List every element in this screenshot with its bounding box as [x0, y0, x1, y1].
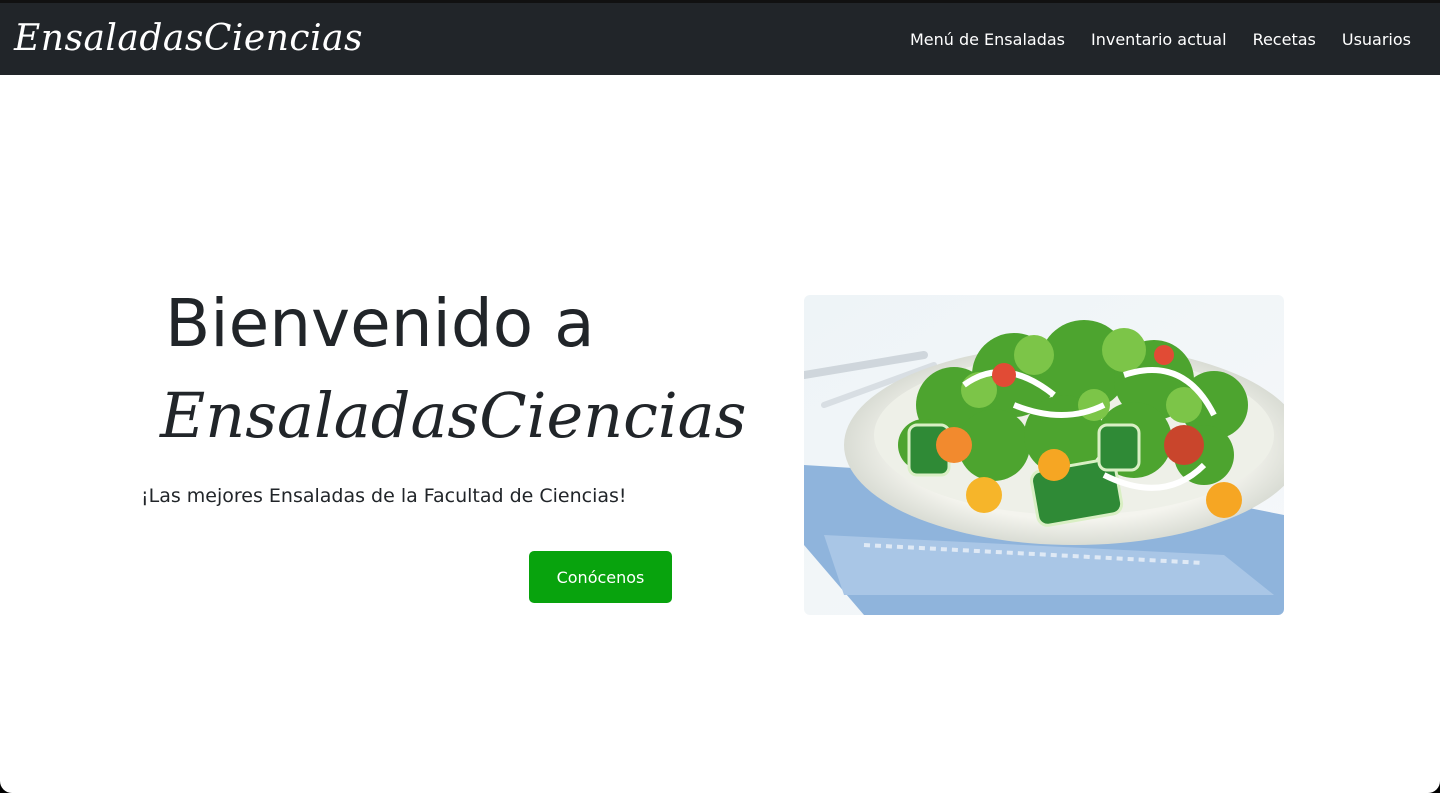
browser-viewport: EnsaladasCiencias Menú de Ensaladas Inve…: [0, 0, 1440, 793]
navbar-menu: Menú de Ensaladas Inventario actual Rece…: [910, 3, 1411, 75]
hero-subtitle: ¡Las mejores Ensaladas de la Facultad de…: [141, 485, 627, 507]
conocenos-button[interactable]: Conócenos: [529, 551, 672, 603]
navbar-brand-link[interactable]: EnsaladasCiencias: [14, 15, 363, 63]
salad-image: [804, 295, 1284, 615]
nav-link-recetas[interactable]: Recetas: [1253, 30, 1316, 49]
hero-brand-name: EnsaladasCiencias: [160, 379, 747, 452]
hero-title: Bienvenido a: [165, 285, 595, 362]
nav-link-menu-ensaladas[interactable]: Menú de Ensaladas: [910, 30, 1065, 49]
nav-link-inventario[interactable]: Inventario actual: [1091, 30, 1227, 49]
navbar: EnsaladasCiencias Menú de Ensaladas Inve…: [0, 0, 1440, 75]
nav-link-usuarios[interactable]: Usuarios: [1342, 30, 1411, 49]
